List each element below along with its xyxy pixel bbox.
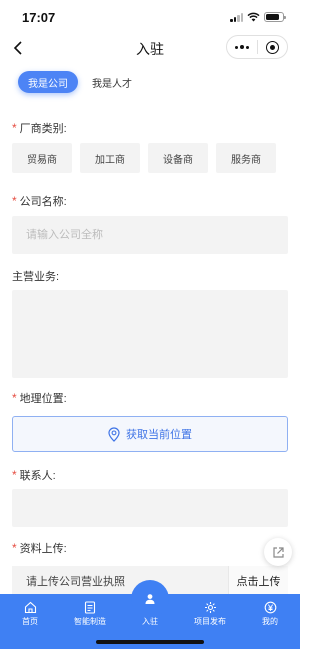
close-miniprogram-button[interactable] [258,36,288,58]
tabbar-label: 智能制造 [74,617,106,626]
contact-field-box [12,489,288,527]
document-icon [84,600,96,614]
status-bar: 17:07 [0,0,300,34]
status-time: 17:07 [22,10,56,25]
upload-label: * 资料上传: [12,541,67,555]
company-name-label: * 公司名称: [12,194,67,208]
identity-tabs: 我是公司 我是人才 [18,71,142,93]
wifi-icon [247,12,260,22]
share-icon [272,546,284,558]
more-button[interactable] [227,36,257,58]
required-mark: * [12,391,17,405]
category-option-service[interactable]: 服务商 [216,143,276,173]
tabbar-item-smart-manufacturing[interactable]: 智能制造 [60,594,120,634]
gear-icon [204,600,217,614]
more-dots-icon [234,45,249,49]
home-indicator [96,640,204,644]
status-icons [230,12,286,22]
required-mark: * [12,194,17,208]
company-name-field-box [12,216,288,254]
tabbar-label: 首页 [22,617,38,626]
location-pin-icon [108,426,120,442]
required-mark: * [12,541,17,555]
main-business-textarea[interactable] [12,290,288,378]
get-location-button[interactable]: 获取当前位置 [12,416,288,452]
category-option-equipment[interactable]: 设备商 [148,143,208,173]
battery-icon [264,12,286,22]
tab-talent[interactable]: 我是人才 [82,71,142,93]
user-icon [145,594,155,604]
navbar: 入驻 [0,34,300,62]
main-business-label: 主营业务: [12,271,60,283]
tabbar-item-home[interactable]: 首页 [0,594,60,634]
location-label: * 地理位置: [12,391,67,405]
tabbar-label: 我的 [262,617,278,626]
signal-icon [230,12,243,22]
upload-button[interactable]: 点击上传 [228,566,288,596]
required-mark: * [12,468,17,482]
yen-icon [264,600,277,614]
upload-hint: 请上传公司营业执照 [26,576,125,588]
required-mark: * [12,121,17,135]
company-name-input[interactable] [12,216,288,254]
category-options: 贸易商 加工商 设备商 服务商 [12,143,276,173]
tabbar-item-mine[interactable]: 我的 [240,594,300,634]
tabbar-label: 项目发布 [194,617,226,626]
join-center-button[interactable] [131,580,169,618]
contact-label: * 联系人: [12,468,56,482]
share-float-button[interactable] [264,538,292,566]
tab-company[interactable]: 我是公司 [18,71,78,93]
target-icon [265,40,279,54]
contact-input[interactable] [12,489,288,527]
get-location-label: 获取当前位置 [126,429,192,441]
miniprogram-capsule [226,35,288,59]
home-icon [24,600,37,614]
category-option-trader[interactable]: 贸易商 [12,143,72,173]
category-label: * 厂商类别: [12,121,67,135]
tabbar-item-project-publish[interactable]: 项目发布 [180,594,240,634]
category-option-processor[interactable]: 加工商 [80,143,140,173]
main-business-field-box [12,290,288,378]
